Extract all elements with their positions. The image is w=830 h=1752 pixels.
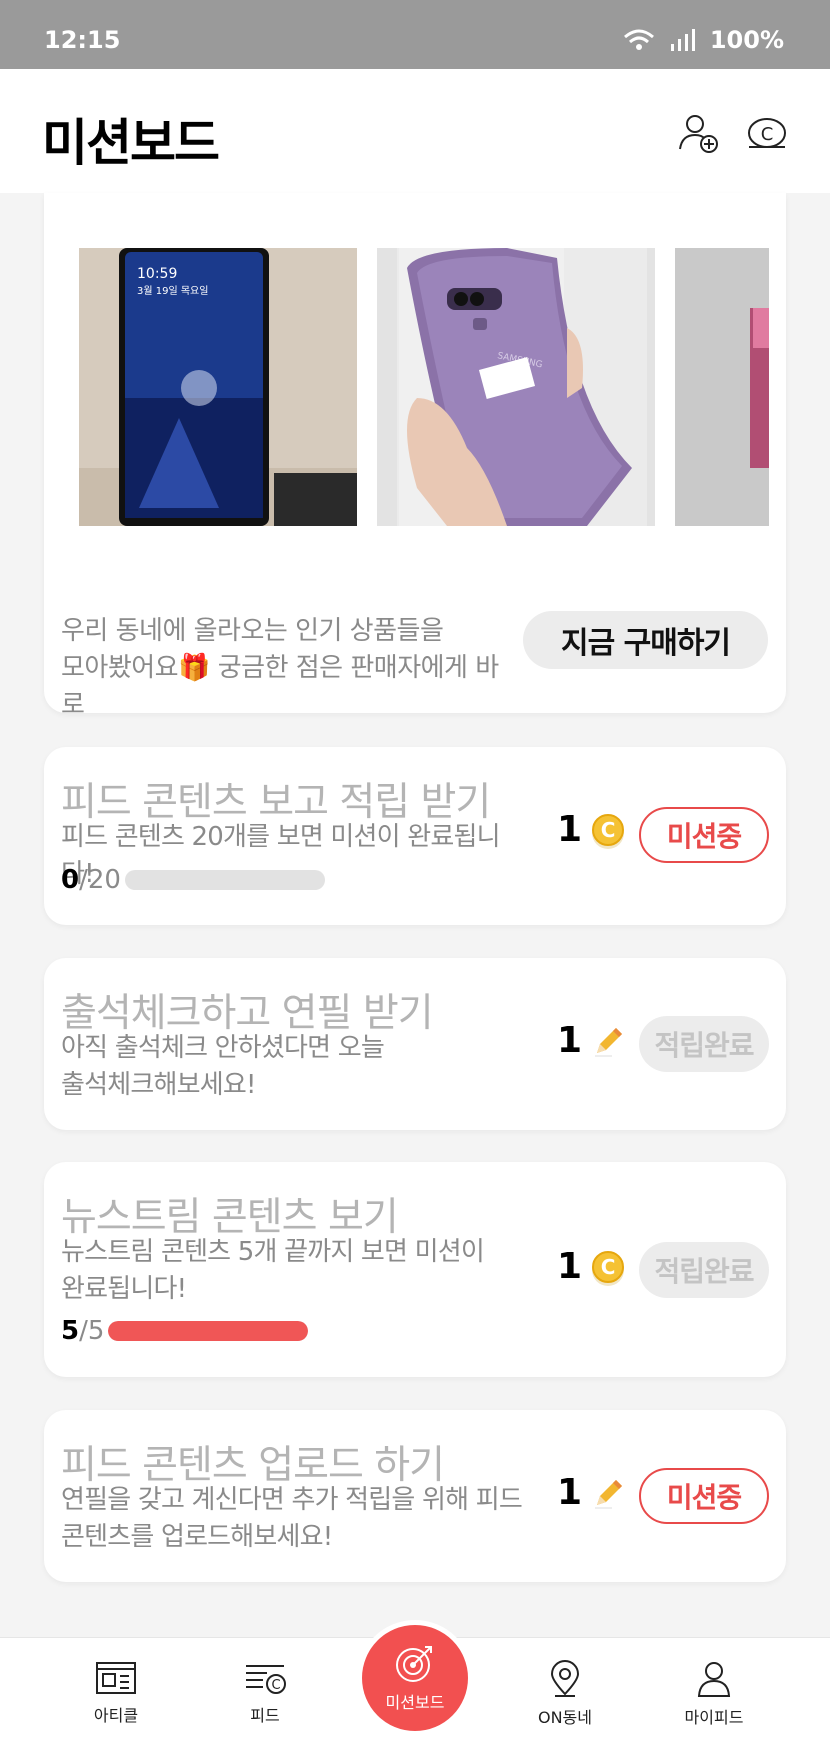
mission-desc-line: 콘텐츠를 업로드해보세요! (61, 1522, 333, 1552)
mission-card[interactable]: 뉴스트림 콘텐츠 보기 뉴스트림 콘텐츠 5개 끝까지 보면 미션이 완료됩니다… (44, 1162, 786, 1377)
battery-level: 100% (709, 26, 784, 54)
svg-text:C: C (271, 1678, 280, 1693)
nav-item-mission-board[interactable]: 미션보드 (362, 1625, 468, 1731)
mission-card[interactable]: 출석체크하고 연필 받기 아직 출석체크 안하셨다면 오늘 출석체크해보세요! … (44, 958, 786, 1130)
product-carousel[interactable]: 10:59 3월 19일 목요일 SAMSUNG (79, 248, 769, 526)
coin-icon[interactable]: C (745, 111, 789, 155)
page-title: 미션보드 (42, 114, 220, 172)
person-icon (697, 1662, 731, 1697)
svg-text:C: C (761, 124, 774, 145)
reward-amount: 1 (557, 1472, 583, 1513)
pencil-icon (595, 1027, 623, 1057)
photo-time-text: 10:59 (137, 266, 177, 282)
reward-amount: 1 (557, 1020, 583, 1061)
feed-icon: C (246, 1665, 286, 1694)
coin-icon: C (592, 813, 625, 846)
mission-desc-line: 뉴스트림 콘텐츠 5개 끝까지 보면 미션이 (61, 1237, 485, 1267)
pencil-icon (595, 1479, 623, 1509)
app-header: 미션보드 C (0, 69, 830, 193)
progress-current: 5 (61, 1316, 80, 1346)
mission-card[interactable]: 피드 콘텐츠 업로드 하기 연필을 갖고 계신다면 추가 적립을 위해 피드 콘… (44, 1410, 786, 1582)
mission-description: 아직 출석체크 안하셨다면 오늘 출석체크해보세요! (61, 1030, 531, 1104)
progress-bar (108, 1321, 309, 1341)
nav-label: ON동네 (537, 1708, 592, 1727)
progress-fill (108, 1321, 309, 1341)
nav-item-feed[interactable]: C 피드 (205, 1660, 325, 1726)
mission-status-badge: 적립완료 (639, 1242, 769, 1298)
mission-desc-line: 출석체크해보세요! (61, 1070, 256, 1100)
promo-text-line: 우리 동네에 올라오는 인기 상품들을 (61, 616, 444, 646)
progress-total: /5 (79, 1316, 105, 1346)
status-indicators: 100% (622, 26, 784, 54)
coin-icon: C (592, 1250, 625, 1283)
mission-reward: 1 (557, 1472, 626, 1513)
status-time: 12:15 (44, 26, 121, 54)
target-icon (396, 1646, 432, 1682)
mission-progress: 5 /5 (61, 1316, 309, 1346)
mission-card[interactable]: 피드 콘텐츠 보고 적립 받기 피드 콘텐츠 20개를 보면 미션이 완료됩니다… (44, 747, 786, 925)
progress-bar (124, 870, 325, 890)
nav-item-on-dongne[interactable]: ON동네 (505, 1660, 625, 1728)
mission-reward: 1 (557, 1020, 626, 1061)
mission-reward: 1 C (557, 1246, 625, 1287)
mission-progress: 0 /20 (61, 865, 325, 895)
nav-label: 마이피드 (684, 1708, 744, 1727)
mission-desc-line: 아직 출석체크 안하셨다면 오늘 (61, 1033, 385, 1063)
promo-description: 우리 동네에 올라오는 인기 상품들을 모아봤어요🎁 궁금한 점은 판매자에게 … (61, 613, 521, 724)
add-friend-icon[interactable] (676, 111, 720, 155)
photo-date-text: 3월 19일 목요일 (137, 285, 208, 297)
mission-description: 뉴스트림 콘텐츠 5개 끝까지 보면 미션이 완료됩니다! (61, 1234, 531, 1308)
nav-label: 미션보드 (385, 1693, 445, 1712)
product-photo[interactable]: 10:59 3월 19일 목요일 (79, 248, 357, 526)
buy-now-button[interactable]: 지금 구매하기 (523, 611, 768, 669)
mission-desc-line: 연필을 갖고 계신다면 추가 적립을 위해 피드 (61, 1485, 523, 1515)
nav-item-article[interactable]: 아티클 (56, 1660, 176, 1726)
mission-status-badge: 적립완료 (639, 1016, 769, 1072)
nav-label: 아티클 (93, 1706, 139, 1725)
mission-desc-line: 완료됩니다! (61, 1274, 187, 1304)
product-photo[interactable] (675, 248, 769, 526)
promo-card: 10:59 3월 19일 목요일 SAMSUNG 우리 동네에 올라오는 인기 … (44, 193, 786, 720)
status-bar: 12:15 100% (0, 0, 830, 69)
progress-current: 0 (61, 865, 80, 895)
promo-text-line: 모아봤어요🎁 궁금한 점은 판매자에게 바로 (61, 653, 499, 720)
mission-status-badge[interactable]: 미션중 (639, 1468, 769, 1524)
signal-icon (670, 29, 695, 51)
nav-item-my-feed[interactable]: 마이피드 (654, 1660, 774, 1728)
wifi-icon (623, 29, 654, 50)
mission-description: 연필을 갖고 계신다면 추가 적립을 위해 피드 콘텐츠를 업로드해보세요! (61, 1482, 531, 1556)
reward-amount: 1 (557, 1246, 583, 1287)
location-pin-icon (550, 1660, 580, 1697)
product-photo[interactable]: SAMSUNG (377, 248, 655, 526)
reward-amount: 1 (557, 809, 583, 850)
nav-label: 피드 (250, 1706, 280, 1725)
article-icon (96, 1662, 136, 1694)
mission-status-badge[interactable]: 미션중 (639, 807, 769, 863)
mission-reward: 1 C (557, 809, 625, 850)
progress-total: /20 (79, 865, 121, 895)
